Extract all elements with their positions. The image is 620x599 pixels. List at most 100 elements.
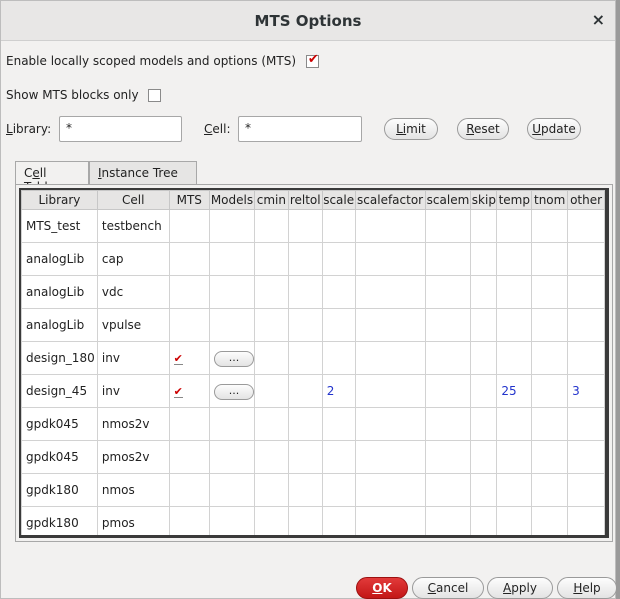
cell-scalem[interactable] bbox=[424, 506, 472, 535]
cell-mts[interactable] bbox=[168, 308, 210, 342]
cell-tnom[interactable] bbox=[531, 341, 569, 375]
cell-other[interactable] bbox=[567, 407, 605, 441]
cell-models[interactable]: ... bbox=[208, 341, 255, 375]
cell-scale[interactable] bbox=[321, 506, 356, 535]
cell-skip[interactable] bbox=[470, 506, 498, 535]
cell-cmin[interactable] bbox=[253, 374, 289, 408]
cell-models[interactable] bbox=[208, 308, 255, 342]
cell-cmin[interactable] bbox=[253, 407, 289, 441]
cell-mts[interactable]: ✔ bbox=[168, 374, 210, 408]
cell-scalem[interactable] bbox=[424, 308, 472, 342]
ok-button[interactable]: OK bbox=[356, 577, 408, 599]
models-button[interactable]: ... bbox=[213, 350, 254, 367]
cell-temp[interactable] bbox=[496, 275, 533, 309]
cell-models[interactable] bbox=[208, 242, 255, 276]
cell-scalefactor[interactable] bbox=[354, 374, 426, 408]
cell-skip[interactable] bbox=[470, 275, 498, 309]
enable-mts-checkbox[interactable]: ✔ bbox=[305, 52, 319, 68]
cell-scale[interactable] bbox=[321, 341, 356, 375]
cell-models[interactable] bbox=[208, 407, 255, 441]
cell-other[interactable]: 3 bbox=[567, 374, 605, 408]
cell-tnom[interactable] bbox=[531, 242, 569, 276]
tab-cell-table[interactable]: Cell Table bbox=[15, 161, 89, 194]
cell-mts[interactable] bbox=[168, 506, 210, 535]
cell-library[interactable]: analogLib bbox=[21, 242, 98, 276]
limit-button[interactable]: Limit bbox=[384, 118, 438, 140]
cell-skip[interactable] bbox=[470, 374, 498, 408]
cell-tnom[interactable] bbox=[531, 407, 569, 441]
cell-temp[interactable]: 25 bbox=[496, 374, 533, 408]
cell-other[interactable] bbox=[567, 209, 605, 243]
cell-other[interactable] bbox=[567, 506, 605, 535]
mts-checkbox-icon[interactable]: ✔ bbox=[173, 353, 183, 365]
cell-library[interactable]: MTS_test bbox=[21, 209, 98, 243]
cell-scale[interactable] bbox=[321, 275, 356, 309]
cell-models[interactable] bbox=[208, 506, 255, 535]
table-row[interactable]: gpdk045 nmos2v bbox=[21, 407, 605, 441]
cell-skip[interactable] bbox=[470, 407, 498, 441]
column-header-mts[interactable]: MTS bbox=[168, 190, 210, 210]
cell-models[interactable]: ... bbox=[208, 374, 255, 408]
cell-mts[interactable]: ✔ bbox=[168, 341, 210, 375]
show-blocks-checkbox[interactable] bbox=[148, 89, 162, 102]
cell-cell[interactable]: cap bbox=[96, 242, 170, 276]
cell-cmin[interactable] bbox=[253, 473, 289, 507]
cell-cmin[interactable] bbox=[253, 506, 289, 535]
cell-scale[interactable] bbox=[321, 473, 356, 507]
cell-cmin[interactable] bbox=[253, 341, 289, 375]
cell-scalem[interactable] bbox=[424, 275, 472, 309]
cell-temp[interactable] bbox=[496, 473, 533, 507]
cell-models[interactable] bbox=[208, 275, 255, 309]
cell-reltol[interactable] bbox=[287, 473, 323, 507]
library-input[interactable]: * bbox=[59, 116, 182, 142]
cell-skip[interactable] bbox=[470, 473, 498, 507]
column-header-scalem[interactable]: scalem bbox=[424, 190, 472, 210]
table-row[interactable]: gpdk045 pmos2v bbox=[21, 440, 605, 474]
cell-cmin[interactable] bbox=[253, 209, 289, 243]
table-row[interactable]: gpdk180 nmos bbox=[21, 473, 605, 507]
cell-other[interactable] bbox=[567, 473, 605, 507]
cell-models[interactable] bbox=[208, 440, 255, 474]
cell-reltol[interactable] bbox=[287, 374, 323, 408]
cell-other[interactable] bbox=[567, 275, 605, 309]
cell-temp[interactable] bbox=[496, 308, 533, 342]
cell-scale[interactable] bbox=[321, 407, 356, 441]
cell-scalem[interactable] bbox=[424, 473, 472, 507]
cell-tnom[interactable] bbox=[531, 209, 569, 243]
cell-cmin[interactable] bbox=[253, 242, 289, 276]
cell-tnom[interactable] bbox=[531, 440, 569, 474]
column-header-temp[interactable]: temp bbox=[496, 190, 533, 210]
column-header-scale[interactable]: scale bbox=[321, 190, 356, 210]
cell-mts[interactable] bbox=[168, 275, 210, 309]
table-row[interactable]: analogLib vpulse bbox=[21, 308, 605, 342]
table-row[interactable]: design_45 inv ✔... 2 25 3 bbox=[21, 374, 605, 408]
cell-models[interactable] bbox=[208, 209, 255, 243]
cell-skip[interactable] bbox=[470, 209, 498, 243]
cell-mts[interactable] bbox=[168, 440, 210, 474]
cell-scalefactor[interactable] bbox=[354, 275, 426, 309]
column-header-skip[interactable]: skip bbox=[470, 190, 498, 210]
cell-reltol[interactable] bbox=[287, 308, 323, 342]
cell-cell[interactable]: nmos bbox=[96, 473, 170, 507]
cell-scale[interactable] bbox=[321, 440, 356, 474]
cell-cmin[interactable] bbox=[253, 440, 289, 474]
cell-reltol[interactable] bbox=[287, 341, 323, 375]
cell-skip[interactable] bbox=[470, 242, 498, 276]
cell-tnom[interactable] bbox=[531, 473, 569, 507]
cell-library[interactable]: gpdk180 bbox=[21, 506, 98, 535]
cell-tnom[interactable] bbox=[531, 308, 569, 342]
table-row[interactable]: analogLib vdc bbox=[21, 275, 605, 309]
cell-other[interactable] bbox=[567, 242, 605, 276]
cell-reltol[interactable] bbox=[287, 407, 323, 441]
cell-scalefactor[interactable] bbox=[354, 308, 426, 342]
column-header-models[interactable]: Models bbox=[208, 190, 255, 210]
cell-cell[interactable]: vpulse bbox=[96, 308, 170, 342]
cell-scalefactor[interactable] bbox=[354, 506, 426, 535]
cell-library[interactable]: design_180 bbox=[21, 341, 98, 375]
cell-mts[interactable] bbox=[168, 473, 210, 507]
help-button[interactable]: Help bbox=[557, 577, 617, 599]
cell-temp[interactable] bbox=[496, 506, 533, 535]
cell-scale[interactable] bbox=[321, 209, 356, 243]
cell-other[interactable] bbox=[567, 341, 605, 375]
cell-scalem[interactable] bbox=[424, 209, 472, 243]
